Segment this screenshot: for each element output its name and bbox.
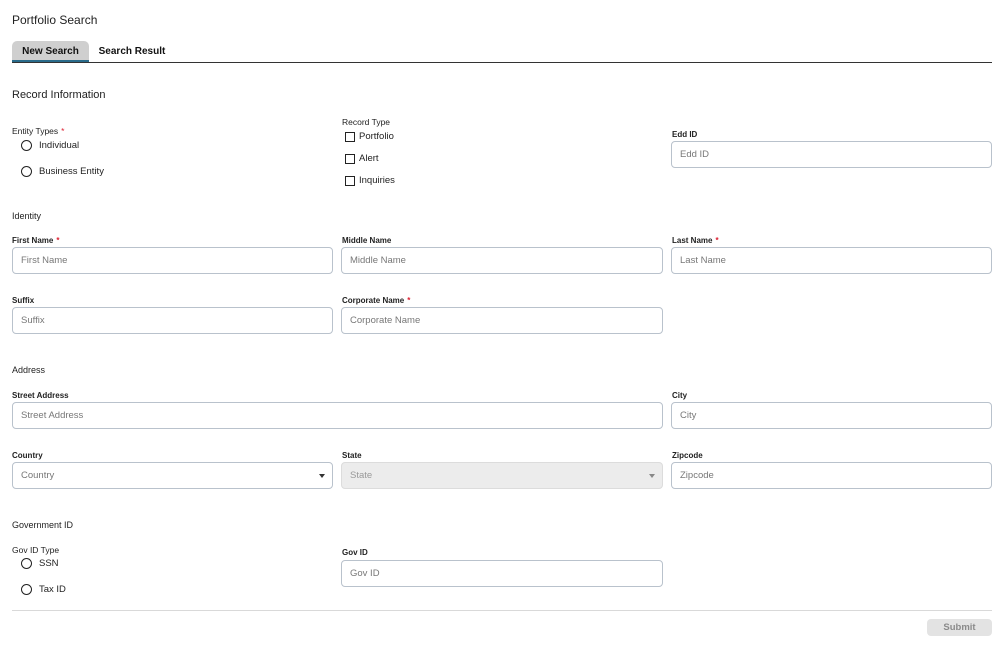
chevron-down-icon: [319, 474, 325, 478]
gov-id-type-taxid-radio[interactable]: Tax ID: [21, 584, 66, 595]
entity-type-individual-radio[interactable]: Individual: [21, 140, 79, 151]
radio-label: SSN: [39, 558, 59, 569]
checkbox-label: Inquiries: [359, 175, 395, 186]
required-marker: *: [56, 236, 60, 245]
first-name-input[interactable]: [12, 247, 333, 274]
page-title: Portfolio Search: [12, 13, 98, 27]
tab-search-result[interactable]: Search Result: [94, 41, 170, 62]
gov-id-label: Gov ID: [342, 548, 368, 557]
first-name-label: First Name *: [12, 236, 60, 245]
radio-circle-icon: [21, 166, 32, 177]
country-select[interactable]: Country: [12, 462, 333, 489]
footer-divider: [12, 610, 992, 611]
corporate-name-label: Corporate Name *: [342, 296, 411, 305]
last-name-input[interactable]: [671, 247, 992, 274]
radio-label: Individual: [39, 140, 80, 151]
record-type-label: Record Type: [342, 117, 391, 127]
zipcode-label: Zipcode: [672, 451, 703, 460]
middle-name-input[interactable]: [341, 247, 663, 274]
street-address-label: Street Address: [12, 391, 69, 400]
city-input[interactable]: [671, 402, 992, 429]
gov-id-type-ssn-radio[interactable]: SSN: [21, 558, 59, 569]
address-heading: Address: [12, 365, 46, 375]
record-type-alert-checkbox[interactable]: Alert: [345, 153, 379, 164]
suffix-label: Suffix: [12, 296, 35, 305]
checkbox-label: Portfolio: [359, 131, 394, 142]
zipcode-input[interactable]: [671, 462, 992, 489]
record-type-inquiries-checkbox[interactable]: Inquiries: [345, 175, 395, 186]
state-select-value: State: [350, 470, 373, 481]
radio-circle-icon: [21, 558, 32, 569]
last-name-label: Last Name *: [672, 236, 719, 245]
gov-id-input[interactable]: [341, 560, 663, 587]
entity-types-label: Entity Types *: [12, 126, 65, 136]
edd-id-input[interactable]: [671, 141, 992, 168]
record-type-portfolio-checkbox[interactable]: Portfolio: [345, 131, 394, 142]
required-marker: *: [407, 296, 411, 305]
state-label: State: [342, 451, 362, 460]
gov-id-type-label: Gov ID Type: [12, 545, 60, 555]
country-select-value: Country: [21, 470, 55, 481]
state-select: State: [341, 462, 663, 489]
middle-name-label: Middle Name: [342, 236, 392, 245]
radio-label: Tax ID: [39, 584, 66, 595]
checkbox-icon: [345, 131, 355, 142]
radio-label: Business Entity: [39, 166, 104, 177]
government-id-heading: Government ID: [12, 520, 74, 530]
corporate-name-input[interactable]: [341, 307, 663, 334]
street-address-input[interactable]: [12, 402, 663, 429]
record-information-heading: Record Information: [12, 89, 106, 101]
tab-bar: New Search Search Result: [12, 41, 992, 63]
tab-new-search[interactable]: New Search: [12, 41, 89, 62]
suffix-input[interactable]: [12, 307, 333, 334]
checkbox-icon: [345, 175, 355, 186]
radio-circle-icon: [21, 584, 32, 595]
chevron-down-icon: [649, 474, 655, 478]
required-marker: *: [715, 236, 719, 245]
checkbox-label: Alert: [359, 153, 379, 164]
edd-id-label: Edd ID: [672, 130, 698, 139]
radio-circle-icon: [21, 140, 32, 151]
identity-heading: Identity: [12, 211, 42, 221]
required-marker: *: [61, 126, 65, 136]
country-label: Country: [12, 451, 43, 460]
entity-type-business-radio[interactable]: Business Entity: [21, 166, 104, 177]
city-label: City: [672, 391, 688, 400]
submit-button[interactable]: Submit: [927, 619, 992, 636]
checkbox-icon: [345, 153, 355, 164]
